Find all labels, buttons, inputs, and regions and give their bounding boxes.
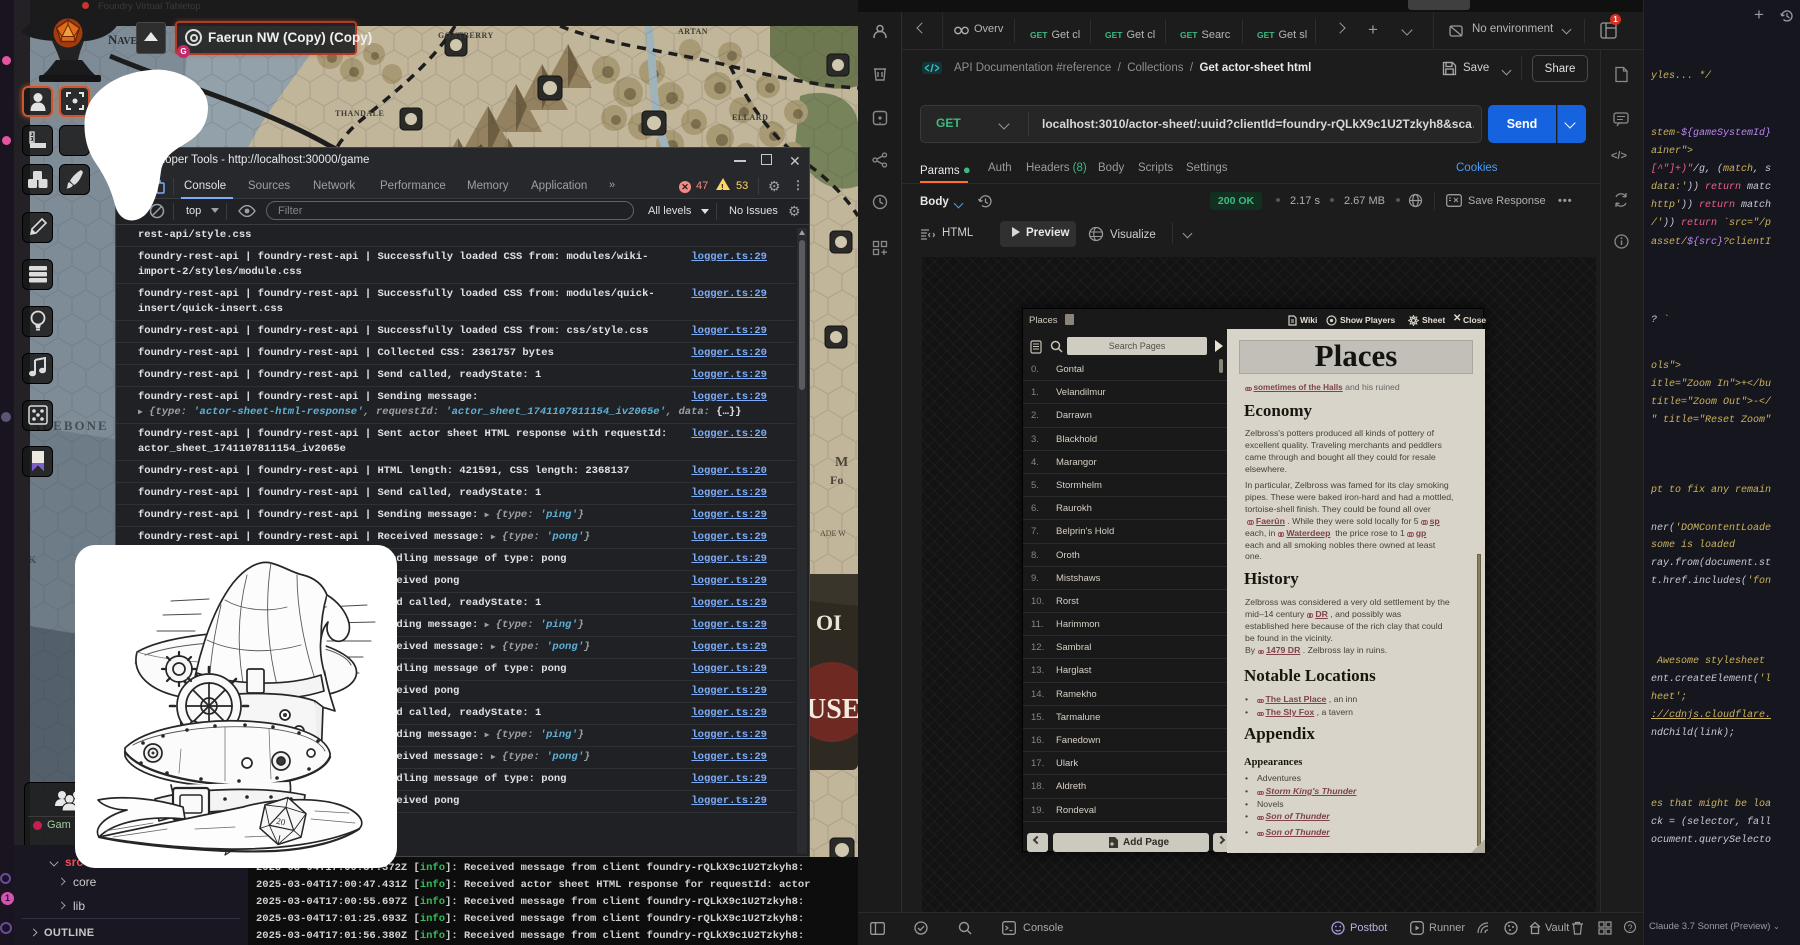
svg-text:ACK: ACK: [30, 554, 37, 566]
svg-text:ELLARD: ELLARD: [732, 113, 768, 122]
svg-text:THANDALE: THANDALE: [335, 109, 384, 118]
svg-text:GONTBERRY: GONTBERRY: [438, 31, 494, 40]
svg-text:OI: OI: [816, 610, 842, 635]
svg-text:USE: USE: [806, 694, 858, 725]
svg-text:M: M: [835, 455, 848, 470]
svg-text:ARTAN: ARTAN: [678, 27, 708, 36]
svg-text:ADE W: ADE W: [820, 529, 846, 538]
svg-text:Fo: Fo: [830, 473, 843, 487]
